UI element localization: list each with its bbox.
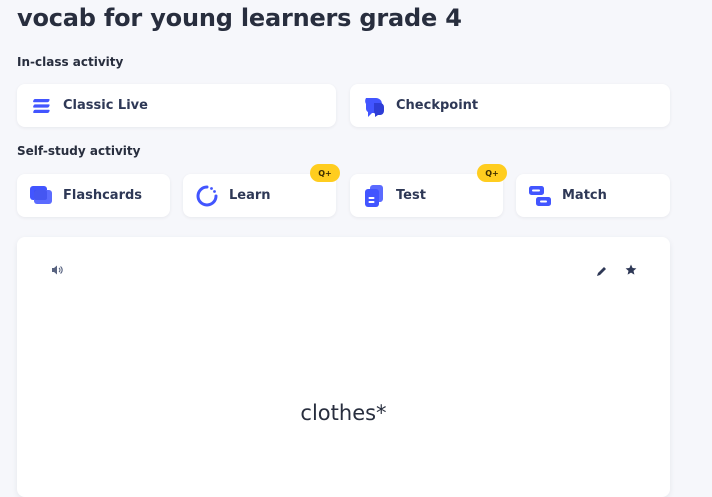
in-class-heading: In-class activity — [17, 55, 124, 69]
learn-label: Learn — [229, 188, 271, 203]
match-label: Match — [562, 188, 607, 203]
flashcard[interactable]: clothes* — [17, 237, 670, 497]
checkpoint-icon — [362, 94, 386, 118]
flashcards-icon — [29, 184, 53, 208]
learn-icon — [195, 184, 219, 208]
classic-live-icon — [29, 94, 53, 118]
classic-live-button[interactable]: Classic Live — [17, 84, 336, 127]
star-icon[interactable] — [624, 262, 638, 276]
test-plus-badge: Q+ — [477, 164, 507, 182]
learn-button[interactable]: Learn Q+ — [183, 164, 340, 217]
match-button[interactable]: Match — [516, 174, 670, 217]
classic-live-label: Classic Live — [63, 98, 148, 113]
checkpoint-button[interactable]: Checkpoint — [350, 84, 670, 127]
checkpoint-label: Checkpoint — [396, 98, 479, 113]
self-study-heading: Self-study activity — [17, 144, 141, 158]
flashcards-label: Flashcards — [63, 188, 143, 203]
test-icon — [362, 184, 386, 208]
flashcard-term: clothes* — [300, 401, 387, 425]
audio-icon[interactable] — [50, 262, 64, 276]
learn-plus-badge: Q+ — [310, 164, 340, 182]
set-title: vocab for young learners grade 4 — [17, 4, 462, 32]
test-label: Test — [396, 188, 426, 203]
match-icon — [528, 184, 552, 208]
test-button[interactable]: Test Q+ — [350, 164, 507, 217]
flashcards-button[interactable]: Flashcards — [17, 174, 170, 217]
edit-icon[interactable] — [595, 263, 608, 276]
